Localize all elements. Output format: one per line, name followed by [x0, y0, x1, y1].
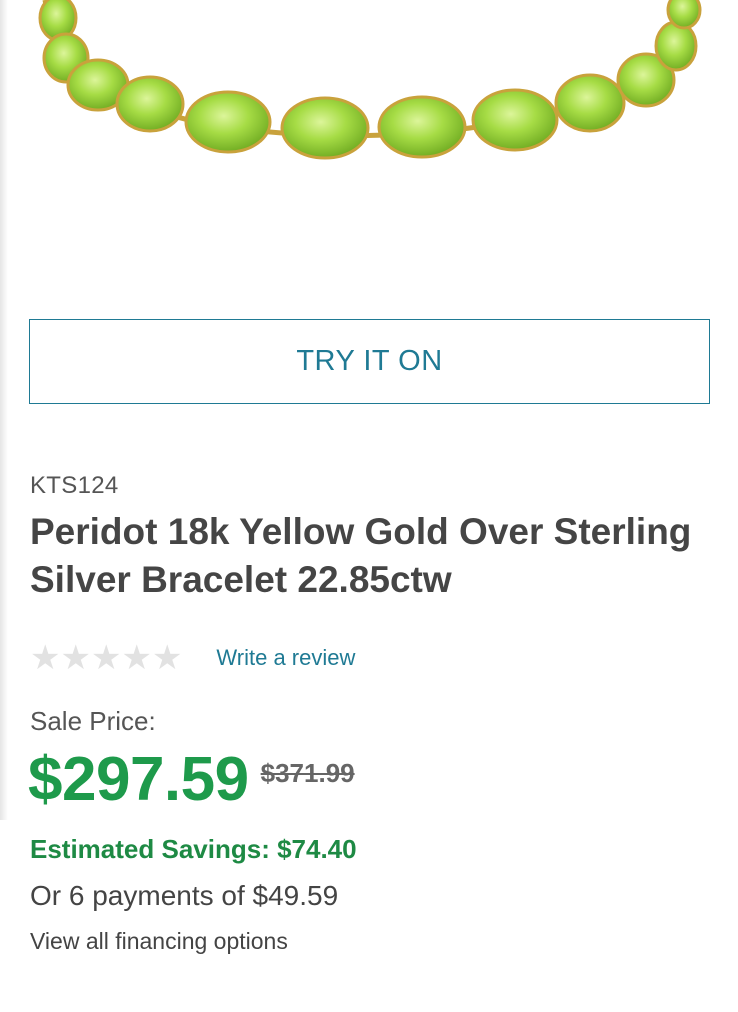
star-icon: ★	[151, 639, 183, 677]
product-title: Peridot 18k Yellow Gold Over Sterling Si…	[30, 511, 692, 600]
star-rating: ★ ★ ★ ★ ★	[30, 641, 182, 675]
payment-plan-text: Or 6 payments of $49.59	[30, 880, 339, 911]
write-review-link[interactable]: Write a review	[216, 645, 355, 671]
bracelet-illustration	[38, 0, 702, 160]
estimated-savings: Estimated Savings: $74.40	[30, 834, 357, 864]
star-icon: ★	[90, 639, 122, 677]
star-icon: ★	[60, 639, 91, 677]
rating-row: ★ ★ ★ ★ ★ Write a review	[30, 640, 355, 676]
star-icon: ★	[121, 639, 152, 677]
financing-options-link[interactable]: View all financing options	[30, 928, 288, 955]
product-image[interactable]	[0, 0, 738, 260]
product-sku: KTS124	[30, 472, 119, 499]
sale-price-label: Sale Price:	[30, 706, 156, 736]
sale-price: $297.59	[28, 745, 249, 814]
price-row: $297.59 $371.99	[28, 744, 355, 815]
try-it-on-button[interactable]: TRY IT ON	[29, 319, 710, 404]
original-price: $371.99	[260, 758, 355, 788]
star-icon: ★	[30, 639, 61, 677]
